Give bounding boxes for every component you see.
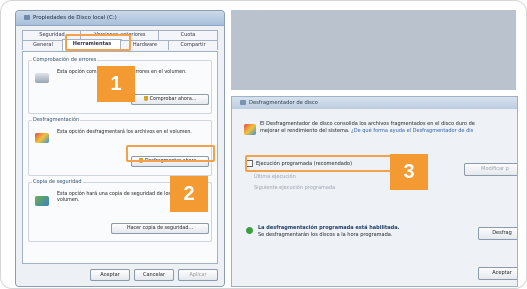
highlight-tools-tab: [65, 34, 131, 51]
status-ok-icon: [246, 227, 253, 234]
apply-button[interactable]: Aplicar: [178, 269, 218, 281]
check-now-button[interactable]: Comprobar ahora...: [131, 94, 209, 105]
drive-icon: [24, 15, 30, 20]
callout-step-3: 3: [390, 154, 428, 190]
defrag-icon: [35, 133, 49, 143]
check-now-label: Comprobar ahora...: [149, 97, 197, 102]
screenshot-frame: Propiedades de Disco local (C:) Segurida…: [0, 0, 527, 289]
disk-check-icon: [35, 73, 49, 83]
defrag-window-title: Desfragmentador de disco: [249, 100, 318, 106]
status-text: Se desfragmentarán los discos a la hora …: [258, 232, 393, 238]
defrag-titlebar: Desfragmentador de disco: [232, 97, 517, 109]
defragmenter-window: Desfragmentador de disco El Desfragmenta…: [231, 96, 518, 287]
properties-titlebar: Propiedades de Disco local (C:): [16, 11, 224, 26]
next-run-label: Siguiente ejecución programada: [254, 185, 336, 191]
accept-button[interactable]: Aceptar: [90, 269, 130, 281]
defrag-help-link[interactable]: ¿De qué forma ayuda el Desfragmentador d…: [351, 128, 473, 134]
tab-compartir[interactable]: Compartir: [168, 40, 218, 50]
shield-icon: [143, 96, 148, 101]
error-check-title: Comprobación de errores: [32, 57, 98, 63]
highlight-defrag-button: [126, 145, 215, 162]
modify-schedule-button[interactable]: Modificar p: [464, 163, 517, 176]
defrag-intro-line2: mejorar el rendimiento del sistema.: [260, 128, 350, 134]
backup-title: Copia de seguridad: [32, 179, 83, 185]
defrag-accept-button[interactable]: Aceptar: [478, 267, 517, 280]
callout-step-2: 2: [170, 176, 208, 212]
cancel-button[interactable]: Cancelar: [134, 269, 174, 281]
callout-step-1: 1: [97, 66, 135, 102]
defrag-large-icon: [244, 124, 256, 135]
defrag-app-icon: [240, 100, 246, 105]
defrag-now-button-main[interactable]: Desfrag: [478, 227, 517, 240]
backup-now-button[interactable]: Hacer copia de seguridad...: [111, 223, 209, 234]
backup-icon: [35, 196, 49, 206]
status-title: La desfragmentación programada está habi…: [258, 225, 400, 231]
highlight-schedule-checkbox: [245, 155, 409, 172]
desktop-background: [231, 10, 516, 90]
defrag-text: Esta opción desfragmentará los archivos …: [57, 130, 192, 135]
defrag-intro-line1: El Desfragmentador de disco consolida lo…: [260, 121, 475, 127]
properties-title: Propiedades de Disco local (C:): [33, 15, 117, 21]
defrag-title: Desfragmentación: [32, 117, 81, 123]
tab-cuota[interactable]: Cuota: [158, 30, 218, 40]
last-run-label: Última ejecución: [254, 174, 296, 180]
tab-general[interactable]: General: [22, 40, 64, 50]
